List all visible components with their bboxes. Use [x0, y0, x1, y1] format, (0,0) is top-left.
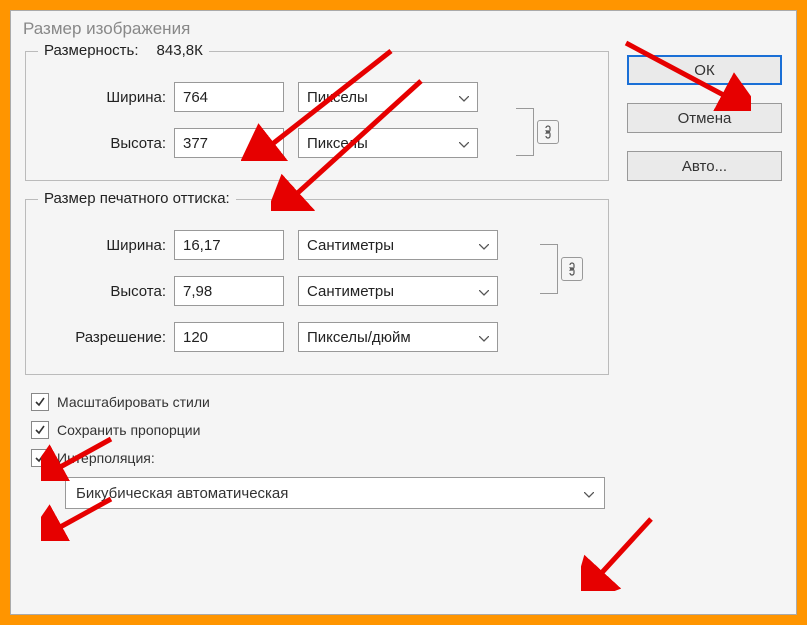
chevron-down-icon [479, 329, 489, 346]
pixel-dimensions-group: Размерность: 843,8К Ширина: Пикселы [25, 51, 609, 181]
pixel-width-unit-select[interactable]: Пикселы [298, 82, 478, 112]
scale-styles-label: Масштабировать стили [57, 394, 210, 410]
resolution-input[interactable] [174, 322, 284, 352]
doc-width-label: Ширина: [44, 237, 174, 254]
pixel-dimensions-legend: Размерность: 843,8К [38, 42, 209, 59]
filesize-value: 843,8К [157, 42, 203, 59]
resample-label: Интерполяция: [57, 450, 155, 466]
pixel-height-unit-select[interactable]: Пикселы [298, 128, 478, 158]
image-size-dialog: Размер изображения Размерность: 843,8К Ш… [10, 10, 797, 615]
constrain-proportions-label: Сохранить пропорции [57, 422, 200, 438]
pixel-height-label: Высота: [44, 135, 174, 152]
constrain-bracket [540, 244, 558, 294]
resample-method-select[interactable]: Бикубическая автоматическая [65, 477, 605, 509]
constrain-proportions-checkbox[interactable] [31, 421, 49, 439]
pixel-height-row: Высота: Пикселы [44, 128, 590, 158]
chevron-down-icon [479, 237, 489, 254]
doc-width-unit-select[interactable]: Сантиметры [298, 230, 498, 260]
doc-width-input[interactable] [174, 230, 284, 260]
chain-link-icon[interactable] [537, 120, 559, 144]
chevron-down-icon [479, 283, 489, 300]
pixel-width-row: Ширина: Пикселы [44, 82, 590, 112]
constrain-bracket [516, 108, 534, 156]
document-size-legend: Размер печатного оттиска: [38, 190, 236, 207]
doc-height-input[interactable] [174, 276, 284, 306]
doc-width-row: Ширина: Сантиметры [44, 230, 590, 260]
pixel-width-label: Ширина: [44, 89, 174, 106]
ok-button[interactable]: ОК [627, 55, 782, 85]
resolution-row: Разрешение: Пикселы/дюйм [44, 322, 590, 352]
scale-styles-checkbox[interactable] [31, 393, 49, 411]
chain-link-icon[interactable] [561, 257, 583, 281]
resample-row: Интерполяция: [31, 449, 609, 467]
resample-method-label: Бикубическая автоматическая [76, 485, 288, 502]
resolution-label: Разрешение: [44, 329, 174, 346]
doc-height-row: Высота: Сантиметры [44, 276, 590, 306]
document-size-group: Размер печатного оттиска: Ширина: Сантим… [25, 199, 609, 375]
chevron-down-icon [584, 485, 594, 502]
cancel-button[interactable]: Отмена [627, 103, 782, 133]
annotation-arrow-icon [581, 511, 661, 591]
dimensions-label: Размерность: [44, 42, 139, 59]
left-column: Размерность: 843,8К Ширина: Пикселы [25, 51, 609, 509]
button-column: ОК Отмена Авто... [627, 51, 782, 509]
resample-checkbox[interactable] [31, 449, 49, 467]
constrain-proportions-row: Сохранить пропорции [31, 421, 609, 439]
auto-button[interactable]: Авто... [627, 151, 782, 181]
chevron-down-icon [459, 89, 469, 106]
pixel-height-unit-label: Пикселы [307, 135, 368, 152]
doc-width-unit-label: Сантиметры [307, 237, 394, 254]
pixel-height-input[interactable] [174, 128, 284, 158]
doc-height-unit-label: Сантиметры [307, 283, 394, 300]
chevron-down-icon [459, 135, 469, 152]
dialog-content: Размерность: 843,8К Ширина: Пикселы [11, 47, 796, 523]
scale-styles-row: Масштабировать стили [31, 393, 609, 411]
pixel-width-unit-label: Пикселы [307, 89, 368, 106]
doc-height-label: Высота: [44, 283, 174, 300]
resolution-unit-select[interactable]: Пикселы/дюйм [298, 322, 498, 352]
doc-height-unit-select[interactable]: Сантиметры [298, 276, 498, 306]
resolution-unit-label: Пикселы/дюйм [307, 329, 411, 346]
pixel-width-input[interactable] [174, 82, 284, 112]
